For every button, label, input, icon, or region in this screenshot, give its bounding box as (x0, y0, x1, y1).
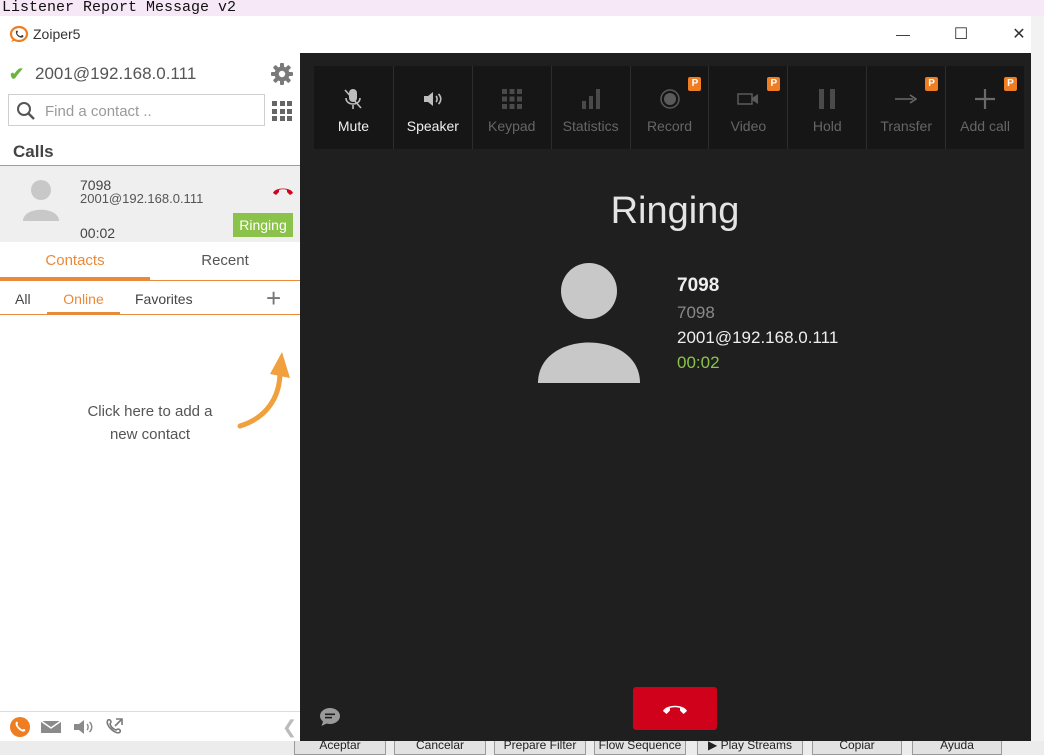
background-flow-sequence-button[interactable]: Flow Sequence (594, 741, 686, 755)
call-duration-timer: 00:02 (677, 353, 720, 372)
call-panel: Mute Speaker Keypad Statistics Record P … (300, 53, 1031, 741)
call-duration: 00:02 (80, 225, 116, 241)
peer-number: 7098 (677, 303, 715, 322)
plus-icon (975, 86, 996, 112)
premium-badge: P (688, 77, 702, 91)
record-button[interactable]: Record P (629, 66, 709, 149)
active-call-item[interactable]: 7098 2001@192.168.0.111 00:02 Ringing (0, 166, 300, 242)
video-camera-icon (737, 86, 759, 112)
record-icon (659, 86, 680, 112)
transfer-label: Transfer (880, 118, 932, 134)
peer-account: 2001@192.168.0.111 (677, 328, 839, 347)
zoiper-logo-icon (9, 25, 29, 43)
add-call-button[interactable]: Add call P (945, 66, 1024, 149)
record-label: Record (646, 118, 693, 134)
keypad-label: Keypad (487, 118, 536, 134)
call-account-address: 2001@192.168.0.111 (80, 191, 204, 206)
search-icon (17, 102, 35, 120)
keypad-icon (501, 86, 522, 112)
background-window-title: Listener Report Message v2 (0, 0, 1044, 16)
account-name[interactable]: 2001@192.168.0.111 (35, 64, 196, 84)
mute-label: Mute (337, 118, 369, 134)
title-bar: Zoiper5 — ☐ ✕ (0, 16, 1031, 53)
statistics-button[interactable]: Statistics (550, 66, 630, 149)
video-button[interactable]: Video P (708, 66, 787, 149)
transfer-button[interactable]: Transfer P (866, 66, 945, 149)
statistics-icon (581, 86, 600, 112)
premium-badge: P (767, 77, 781, 91)
hint-arrow-icon (237, 352, 290, 429)
search-box (8, 94, 265, 126)
speaker-label: Speaker (406, 118, 459, 134)
sidebar-footer: ❮ (0, 711, 300, 741)
keypad-button[interactable]: Keypad (471, 66, 551, 149)
empty-contacts-hint[interactable]: Click here to add a new contact (70, 400, 230, 446)
background-button-bar: Aceptar Cancelar Prepare Filter Flow Seq… (0, 741, 1044, 755)
search-input[interactable] (45, 100, 259, 122)
add-contact-plus-icon[interactable]: + (266, 285, 281, 311)
call-forward-icon[interactable] (103, 716, 125, 738)
hint-line-2: new contact (109, 426, 191, 443)
calls-header: Calls (13, 142, 54, 161)
speaker-button[interactable]: Speaker (392, 66, 472, 149)
contact-filter-tabs: All Online Favorites + (0, 283, 300, 315)
speaker-icon (422, 86, 444, 112)
hint-line-1: Click here to add a (87, 403, 213, 420)
hangup-icon (663, 705, 687, 714)
call-state-title: Ringing (610, 190, 740, 232)
chat-bubble-icon[interactable] (319, 707, 341, 727)
registered-check-icon: ✔ (9, 64, 25, 84)
window-title: Zoiper5 (33, 26, 81, 42)
subtab-favorites[interactable]: Favorites (135, 283, 193, 314)
pause-icon (818, 86, 836, 112)
video-label: Video (730, 118, 767, 134)
mail-icon[interactable] (40, 716, 62, 738)
collapse-sidebar-chevron-icon[interactable]: ❮ (282, 717, 297, 738)
subtab-all[interactable]: All (15, 283, 31, 314)
background-help-button[interactable]: Ayuda (912, 741, 1002, 755)
premium-badge: P (925, 77, 939, 91)
background-play-streams-button[interactable]: ▶ Play Streams (697, 741, 803, 755)
hold-label: Hold (812, 118, 842, 134)
speaker-icon[interactable] (72, 716, 94, 738)
microphone-mute-icon (343, 86, 363, 112)
background-prepare-filter-button[interactable]: Prepare Filter (494, 741, 586, 755)
phone-icon[interactable] (9, 716, 31, 738)
hold-button[interactable]: Hold (787, 66, 866, 149)
minimize-button[interactable]: — (874, 16, 932, 52)
background-cancel-button[interactable]: Cancelar (394, 741, 486, 755)
peer-name: 7098 (677, 275, 720, 296)
background-accept-button[interactable]: Aceptar (294, 741, 386, 755)
add-call-label: Add call (960, 118, 1010, 134)
tab-contacts[interactable]: Contacts (0, 242, 150, 280)
hangup-icon[interactable] (272, 186, 294, 196)
call-toolbar: Mute Speaker Keypad Statistics Record P … (314, 66, 1024, 149)
transfer-arrow-icon (895, 86, 918, 112)
contact-avatar-icon (538, 263, 640, 383)
hangup-button[interactable] (633, 687, 717, 730)
zoiper-window: Zoiper5 — ☐ ✕ ✔ 2001@192.168.0.111 Find … (0, 16, 1031, 741)
maximize-button[interactable]: ☐ (932, 16, 990, 52)
call-status-badge: Ringing (233, 213, 293, 237)
dialpad-icon[interactable] (272, 101, 292, 121)
close-button[interactable]: ✕ (990, 16, 1044, 52)
subtab-online[interactable]: Online (47, 283, 120, 314)
gear-icon[interactable] (270, 62, 294, 86)
background-copy-button[interactable]: Copiar (812, 741, 902, 755)
statistics-label: Statistics (562, 118, 619, 134)
premium-badge: P (1004, 77, 1018, 91)
mute-button[interactable]: Mute (314, 66, 393, 149)
contact-tabs: Contacts Recent (0, 242, 300, 281)
avatar-icon (23, 180, 59, 221)
tab-recent[interactable]: Recent (150, 242, 300, 280)
sidebar: ✔ 2001@192.168.0.111 Find a contact .. C… (0, 53, 300, 741)
